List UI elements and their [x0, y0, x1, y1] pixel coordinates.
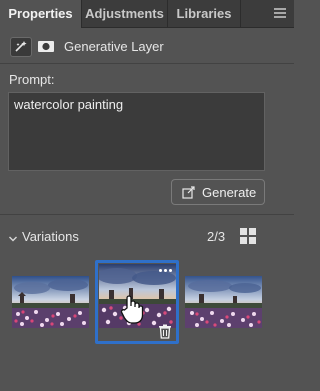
variation-counter: 2/3: [207, 229, 226, 244]
hamburger-menu-icon[interactable]: [274, 8, 286, 20]
prompt-input[interactable]: watercolor painting: [8, 92, 265, 171]
trash-icon[interactable]: [158, 324, 172, 339]
layer-name: Generative Layer: [64, 39, 164, 54]
layer-header: Generative Layer: [0, 28, 294, 66]
chevron-down-icon[interactable]: [8, 231, 18, 249]
generative-layer-icon[interactable]: [10, 37, 32, 57]
header-divider: [0, 63, 294, 64]
generate-icon: [182, 186, 196, 202]
properties-panel: Properties Adjustments Libraries Generat…: [0, 0, 294, 391]
tab-adjustments[interactable]: Adjustments: [81, 0, 167, 28]
tab-properties[interactable]: Properties: [0, 0, 81, 29]
tab-libraries[interactable]: Libraries: [167, 0, 241, 28]
variation-thumbnail-1[interactable]: [12, 276, 89, 328]
layer-mask-icon[interactable]: [36, 37, 56, 57]
variation-thumbnail-3[interactable]: [185, 276, 262, 328]
prompt-label: Prompt:: [9, 72, 55, 87]
variations-label: Variations: [22, 229, 79, 244]
panel-tab-bar: Properties Adjustments Libraries: [0, 0, 294, 29]
grid-view-icon[interactable]: [239, 227, 257, 245]
generate-button[interactable]: Generate: [171, 179, 265, 205]
section-divider: [0, 214, 294, 215]
more-options-icon[interactable]: [158, 268, 174, 274]
generate-button-label: Generate: [202, 185, 257, 200]
